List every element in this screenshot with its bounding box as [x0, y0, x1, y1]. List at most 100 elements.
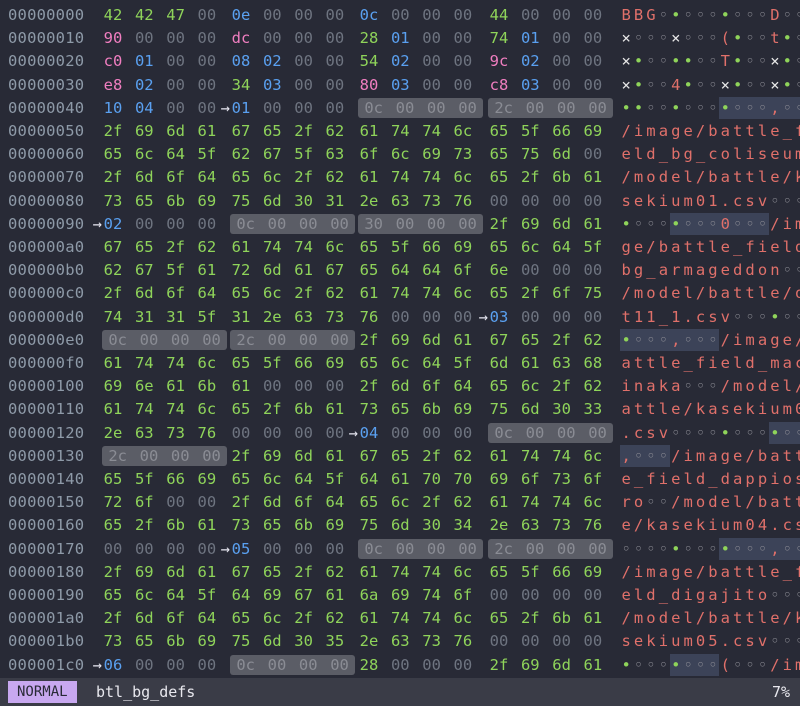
hex-byte[interactable]: 00 [323, 213, 356, 234]
hex-byte[interactable]: 74 [551, 492, 573, 512]
hex-byte[interactable]: 6c [519, 376, 541, 396]
hex-byte[interactable]: 2e [102, 423, 124, 443]
hex-byte[interactable]: 00 [452, 5, 474, 25]
hex-byte[interactable]: 62 [452, 446, 474, 466]
hex-byte[interactable]: 65 [133, 237, 155, 257]
hex-byte[interactable]: 69 [102, 376, 124, 396]
hex-byte[interactable]: 62 [582, 376, 604, 396]
hex-byte[interactable]: 6d [293, 446, 315, 466]
hex-byte[interactable]: 00 [582, 307, 604, 327]
hex-byte[interactable]: 62 [230, 144, 252, 164]
hex-byte[interactable]: 00 [293, 75, 315, 95]
hex-byte[interactable]: 6c [196, 399, 218, 419]
hex-byte[interactable]: 69 [133, 562, 155, 582]
hex-byte[interactable]: 6b [196, 376, 218, 396]
hex-byte[interactable]: 2f [551, 330, 573, 350]
hex-byte[interactable]: 02 [519, 51, 541, 71]
hex-byte[interactable]: 6d [389, 376, 411, 396]
hex-byte[interactable]: 61 [358, 121, 380, 141]
hex-byte[interactable]: 00 [165, 214, 187, 234]
hex-byte[interactable]: 74 [519, 492, 541, 512]
hex-byte[interactable]: 75 [230, 631, 252, 651]
hex-byte[interactable]: 65 [488, 608, 510, 628]
hex-byte[interactable]: 6c [324, 237, 346, 257]
hex-byte[interactable]: 61 [196, 515, 218, 535]
hex-byte[interactable]: 00 [550, 538, 582, 559]
hex-byte[interactable]: 62 [324, 283, 346, 303]
hex-byte[interactable]: 6f [165, 167, 187, 187]
hex-byte[interactable]: 00 [551, 51, 573, 71]
hex-byte[interactable]: 00 [261, 423, 283, 443]
hex-byte[interactable]: 6b [165, 631, 187, 651]
hex-byte[interactable]: 65 [230, 608, 252, 628]
hex-byte[interactable]: 00 [420, 213, 452, 234]
hex-byte[interactable]: 65 [102, 469, 124, 489]
hex-byte[interactable]: 00 [324, 376, 346, 396]
hex-byte[interactable]: 2c [102, 445, 134, 466]
hex-byte[interactable]: 69 [133, 121, 155, 141]
hex-byte[interactable]: 70 [452, 469, 474, 489]
hex-byte[interactable]: 00 [389, 213, 421, 234]
hex-byte[interactable]: 2f [421, 446, 443, 466]
hex-byte[interactable]: 63 [133, 423, 155, 443]
hex-byte[interactable]: 00 [164, 445, 196, 466]
hex-byte[interactable]: 00 [324, 5, 346, 25]
hex-byte[interactable]: 00 [451, 97, 484, 118]
hex-byte[interactable]: 61 [452, 330, 474, 350]
hex-byte[interactable]: 5f [452, 353, 474, 373]
hex-byte[interactable]: 75 [519, 144, 541, 164]
hex-byte[interactable]: 00 [519, 97, 551, 118]
hex-byte[interactable]: 74 [389, 283, 411, 303]
hex-byte[interactable]: 00 [196, 492, 218, 512]
hex-row[interactable]: 00000040 10 04 00 00 → 01 00 00 00 0c 00 00 00 2c 00 00 0… [0, 96, 800, 119]
hex-byte[interactable]: 01 [389, 28, 411, 48]
hex-byte[interactable]: 35 [324, 631, 346, 651]
hex-byte[interactable]: 69 [488, 469, 510, 489]
hex-byte[interactable]: 00 [519, 422, 551, 443]
hex-byte[interactable]: 61 [358, 283, 380, 303]
hex-byte[interactable]: 76 [358, 307, 380, 327]
hex-byte[interactable]: 90 [102, 28, 124, 48]
hex-byte[interactable]: 72 [230, 260, 252, 280]
hex-byte[interactable]: 62 [324, 562, 346, 582]
hex-byte[interactable]: 63 [519, 515, 541, 535]
hex-byte[interactable]: 63 [389, 631, 411, 651]
hex-byte[interactable]: 6c [389, 353, 411, 373]
hex-byte[interactable]: 2f [488, 214, 510, 234]
hex-byte[interactable]: 65 [230, 353, 252, 373]
hex-byte[interactable]: 65 [488, 283, 510, 303]
hex-row[interactable]: 00000010 90 00 00 00 dc 00 00 00 28 01 00 00 74 01 00 00… [0, 27, 800, 49]
hex-byte[interactable]: 00 [196, 5, 218, 25]
hex-byte[interactable]: 2f [102, 562, 124, 582]
hex-byte[interactable]: 00 [324, 98, 346, 118]
hex-byte[interactable]: 6d [261, 492, 283, 512]
hex-byte[interactable]: 61 [582, 167, 604, 187]
hex-byte[interactable]: 00 [421, 655, 443, 675]
hex-byte[interactable]: 61 [230, 376, 252, 396]
hex-byte[interactable]: 64 [230, 585, 252, 605]
hex-byte[interactable]: 00 [389, 423, 411, 443]
hex-byte[interactable]: 65 [488, 562, 510, 582]
hex-byte[interactable]: 30 [293, 631, 315, 651]
hex-byte[interactable]: 64 [421, 353, 443, 373]
hex-byte[interactable]: 00 [164, 329, 196, 350]
hex-byte[interactable]: 00 [421, 28, 443, 48]
hex-byte[interactable]: 61 [230, 237, 252, 257]
hex-byte[interactable]: 03 [389, 75, 411, 95]
hex-byte[interactable]: 00 [261, 539, 283, 559]
hex-byte[interactable]: 6c [452, 121, 474, 141]
hex-byte[interactable]: 62 [582, 330, 604, 350]
hex-byte[interactable]: 00 [292, 329, 324, 350]
hex-byte[interactable]: 00 [389, 538, 421, 559]
hex-byte[interactable]: 00 [421, 51, 443, 71]
hex-byte[interactable]: 00 [196, 51, 218, 71]
hex-row[interactable]: 00000170 00 00 00 00 → 05 00 00 00 0c 00 00 00 2c 00 00 0… [0, 537, 800, 560]
hex-byte[interactable]: 74 [389, 121, 411, 141]
hex-byte[interactable]: 75 [230, 191, 252, 211]
hex-byte[interactable]: 00 [582, 75, 604, 95]
hex-byte[interactable]: 5f [196, 307, 218, 327]
hex-byte[interactable]: 06 [102, 655, 124, 675]
hex-byte[interactable]: 64 [196, 283, 218, 303]
hex-byte[interactable]: 61 [324, 585, 346, 605]
hex-byte[interactable]: 00 [421, 75, 443, 95]
